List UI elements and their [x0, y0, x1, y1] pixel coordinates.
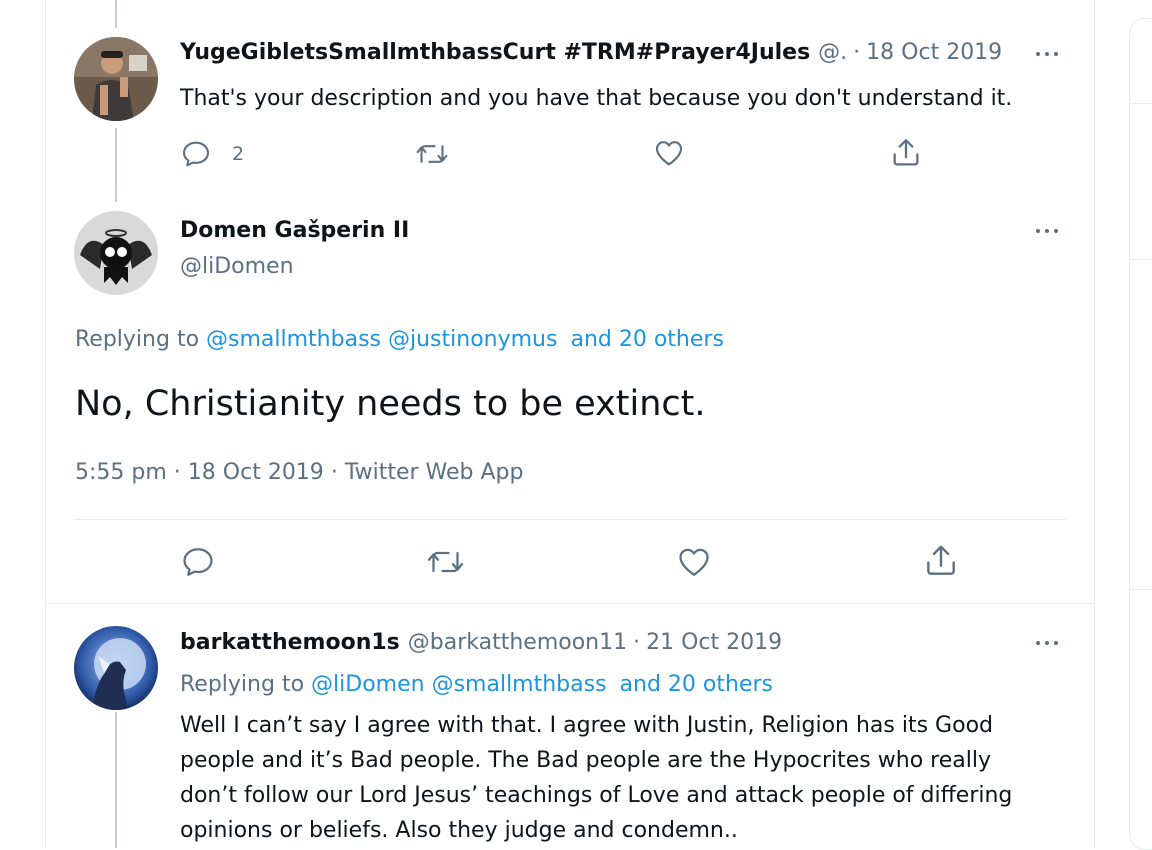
user-handle[interactable]: @. [818, 40, 847, 65]
replying-to-label: Replying to [75, 327, 200, 352]
display-name[interactable]: YugeGibletsSmallmthbassCurt #TRM#Prayer4… [180, 40, 810, 65]
like-button[interactable] [676, 544, 712, 580]
tweet-source[interactable]: Twitter Web App [345, 460, 524, 485]
more-icon[interactable] [1034, 224, 1064, 238]
tweet-timestamp: 5:55 pm · 18 Oct 2019 · Twitter Web App [75, 460, 523, 485]
more-icon[interactable] [1034, 636, 1064, 650]
heart-icon [676, 544, 712, 580]
divider [74, 519, 1066, 520]
reply-count: 2 [232, 143, 245, 165]
separator-dot: · [330, 460, 338, 485]
tweet-text-line: people and it’s Bad people. The Bad peop… [180, 748, 991, 773]
retweet-button[interactable] [415, 138, 449, 170]
display-name[interactable]: Domen Gašperin II [180, 218, 409, 243]
retweet-icon [426, 544, 465, 580]
share-icon [922, 542, 960, 580]
share-button[interactable] [922, 542, 960, 580]
sidebar-card [1129, 18, 1152, 850]
sidebar-divider [1130, 259, 1152, 260]
reply-button[interactable]: 2 [180, 138, 244, 170]
mention-link[interactable]: @smallmthbass [206, 327, 381, 352]
sidebar-divider [1130, 589, 1152, 590]
heart-icon [653, 137, 685, 169]
sidebar-divider [1130, 103, 1152, 104]
thread-line [115, 128, 117, 202]
separator-dot: · [633, 630, 641, 655]
like-button[interactable] [653, 137, 685, 169]
divider [45, 603, 1095, 604]
avatar[interactable] [74, 211, 158, 295]
avatar[interactable] [74, 626, 158, 710]
tweet-text-line: don’t follow our Lord Jesus’ teachings o… [180, 783, 1013, 808]
replying-to: Replying to @smallmthbass @justinonymus … [75, 327, 724, 352]
replying-to-label: Replying to [180, 672, 305, 697]
others-link[interactable]: and 20 others [620, 672, 773, 697]
others-link[interactable]: and 20 others [570, 327, 723, 352]
tweet-header: YugeGibletsSmallmthbassCurt #TRM#Prayer4… [180, 40, 1002, 65]
tweet-text-line: Well I can’t say I agree with that. I ag… [180, 713, 993, 738]
timeline-right-border [1094, 0, 1095, 848]
tweet-text: That's your description and you have tha… [180, 86, 1013, 111]
display-name[interactable]: barkatthemoon1s [180, 630, 400, 655]
mention-link[interactable]: @liDomen [311, 672, 425, 697]
separator-dot: · [173, 460, 181, 485]
tweet-text: Well I can’t say I agree with that. I ag… [180, 708, 1012, 848]
separator-dot: · [853, 40, 861, 65]
retweet-button[interactable] [426, 544, 465, 580]
tweet-time[interactable]: 5:55 pm [75, 460, 167, 485]
mention-link[interactable]: @justinonymus [388, 327, 557, 352]
timeline-left-border [45, 0, 46, 848]
thread-line [115, 0, 117, 28]
mention-link[interactable]: @smallmthbass [432, 672, 607, 697]
tweet-text-line: opinions or beliefs. Also they judge and… [180, 818, 738, 843]
more-icon[interactable] [1034, 47, 1064, 61]
tweet-date[interactable]: 18 Oct 2019 [188, 460, 324, 485]
tweet-date[interactable]: 18 Oct 2019 [866, 40, 1002, 65]
tweet-text: No, Christianity needs to be extinct. [75, 384, 706, 424]
tweet-date[interactable]: 21 Oct 2019 [646, 630, 782, 655]
reply-icon [180, 544, 216, 580]
reply-icon [180, 138, 212, 170]
replying-to: Replying to @liDomen @smallmthbass and 2… [180, 672, 773, 697]
avatar[interactable] [74, 37, 158, 121]
share-icon [889, 136, 923, 170]
thread-line [115, 712, 117, 848]
user-handle[interactable]: @liDomen [180, 254, 294, 279]
user-handle[interactable]: @barkatthemoon11 [408, 630, 627, 655]
tweet-header: barkatthemoon1s @barkatthemoon11 · 21 Oc… [180, 630, 782, 655]
reply-button[interactable] [180, 544, 216, 580]
share-button[interactable] [889, 136, 923, 170]
retweet-icon [415, 138, 449, 170]
